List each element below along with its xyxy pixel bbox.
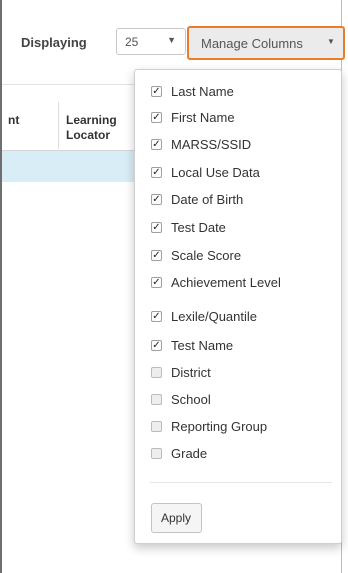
page-size-value: 25	[125, 35, 139, 49]
column-option-label: Date of Birth	[171, 192, 244, 207]
dropdown-caret-icon: ▼	[167, 35, 176, 45]
column-option-label: Grade	[171, 446, 208, 461]
displaying-label: Displaying	[21, 35, 87, 50]
checkbox-checked-icon[interactable]: ✓	[151, 167, 162, 178]
column-divider	[58, 102, 59, 149]
column-option-label: School	[171, 392, 211, 407]
column-option-label: District	[171, 365, 211, 380]
apply-button[interactable]: Apply	[151, 503, 202, 533]
column-option-label: Achievement Level	[171, 275, 281, 290]
apply-label: Apply	[161, 511, 192, 525]
checkbox-checked-icon[interactable]: ✓	[151, 86, 162, 97]
checkbox-checked-icon[interactable]: ✓	[151, 112, 162, 123]
column-option-label: Lexile/Quantile	[171, 309, 257, 324]
column-header-partial: nt	[8, 113, 20, 127]
window-right-margin	[341, 0, 348, 573]
window-left-edge	[0, 0, 2, 573]
manage-columns-dropdown: ✓ Last Name ✓ First Name ✓ MARSS/SSID ✓ …	[134, 69, 342, 544]
column-header-learning-locator[interactable]: Learning Locator	[66, 113, 117, 143]
learning-locator-line2: Locator	[66, 128, 111, 142]
column-option-label: Test Date	[171, 220, 226, 235]
page-size-select[interactable]: 25 ▼	[116, 28, 186, 55]
checkbox-checked-icon[interactable]: ✓	[151, 194, 162, 205]
checkbox-checked-icon[interactable]: ✓	[151, 139, 162, 150]
column-option-label: Scale Score	[171, 248, 242, 263]
caret-down-icon: ▼	[327, 37, 335, 46]
checkbox-unchecked-icon[interactable]	[151, 448, 162, 459]
column-option-label: First Name	[171, 110, 235, 125]
column-option-label: Test Name	[171, 338, 234, 353]
checkbox-unchecked-icon[interactable]	[151, 367, 162, 378]
dropdown-divider	[150, 482, 332, 483]
checkbox-checked-icon[interactable]: ✓	[151, 311, 162, 322]
table-row[interactable]	[2, 151, 134, 182]
column-option-label: Last Name	[171, 84, 234, 99]
manage-columns-label: Manage Columns	[201, 36, 303, 51]
learning-locator-line1: Learning	[66, 113, 117, 127]
column-option-label: MARSS/SSID	[171, 137, 252, 152]
checkbox-unchecked-icon[interactable]	[151, 394, 162, 405]
checkbox-checked-icon[interactable]: ✓	[151, 340, 162, 351]
toolbar-divider	[2, 84, 134, 85]
checkbox-checked-icon[interactable]: ✓	[151, 277, 162, 288]
column-option-label: Local Use Data	[171, 165, 260, 180]
checkbox-checked-icon[interactable]: ✓	[151, 222, 162, 233]
manage-columns-button[interactable]: Manage Columns ▼	[187, 26, 345, 60]
column-option-label: Reporting Group	[171, 419, 268, 434]
checkbox-unchecked-icon[interactable]	[151, 421, 162, 432]
checkbox-checked-icon[interactable]: ✓	[151, 250, 162, 261]
